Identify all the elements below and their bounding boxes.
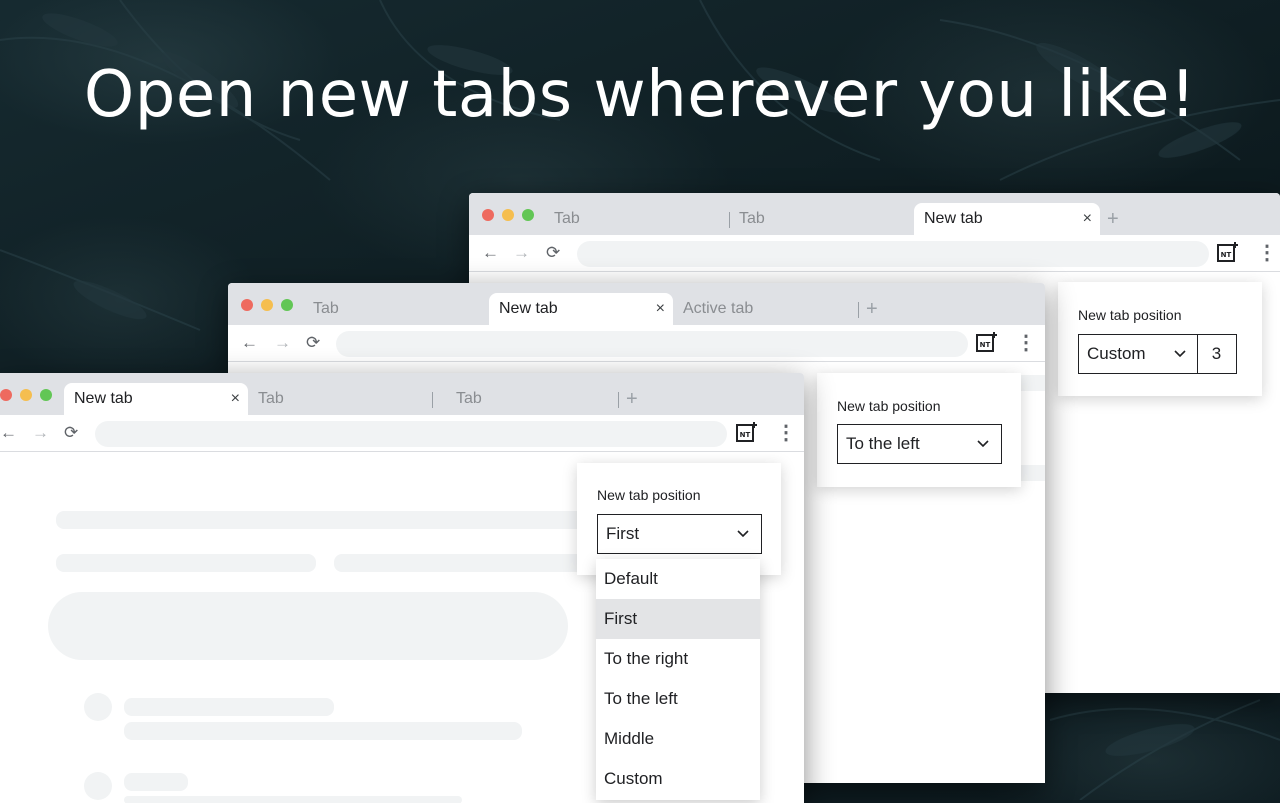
select-value: Custom (1087, 344, 1146, 363)
tab-1[interactable]: Tab (544, 203, 724, 235)
forward-arrow-icon[interactable]: → (513, 235, 530, 271)
tab-separator (618, 392, 619, 408)
option-first[interactable]: First (596, 599, 760, 639)
select-value: To the left (846, 434, 920, 453)
placeholder-bar (124, 722, 522, 740)
custom-position-input[interactable]: 3 (1197, 334, 1237, 374)
tab-new-tab-active[interactable]: New tab × (489, 293, 673, 325)
tab-separator (432, 392, 433, 408)
new-tab-extension-icon[interactable]: NT (976, 331, 998, 353)
chevron-down-icon (737, 530, 749, 538)
toolbar: ← → ⟳ NT ⋮ (0, 415, 804, 452)
svg-text:NT: NT (740, 431, 751, 439)
option-custom[interactable]: Custom (596, 759, 760, 799)
minimize-window-icon[interactable] (20, 389, 32, 401)
tab-2[interactable]: Tab (248, 383, 428, 415)
tab-1[interactable]: Tab (303, 293, 483, 325)
address-bar[interactable] (95, 421, 727, 447)
tab-new-tab-active[interactable]: New tab × (64, 383, 248, 415)
close-window-icon[interactable] (0, 389, 12, 401)
placeholder-bar (334, 554, 594, 572)
popup-back: New tab position Custom 3 (1058, 282, 1262, 396)
close-icon[interactable]: × (231, 383, 240, 415)
popup-middle: New tab position To the left (817, 373, 1021, 487)
placeholder-avatar (84, 693, 112, 721)
tab-separator (858, 302, 859, 318)
more-vert-icon[interactable]: ⋮ (1257, 235, 1277, 271)
maximize-window-icon[interactable] (522, 209, 534, 221)
select-value: First (606, 524, 640, 543)
placeholder-avatar (84, 772, 112, 800)
svg-text:NT: NT (1221, 251, 1232, 259)
maximize-window-icon[interactable] (40, 389, 52, 401)
reload-icon[interactable]: ⟳ (546, 235, 560, 271)
new-tab-plus-icon[interactable]: + (866, 293, 878, 325)
popup-label: New tab position (837, 398, 941, 414)
close-window-icon[interactable] (241, 299, 253, 311)
more-vert-icon[interactable]: ⋮ (776, 415, 796, 451)
tab-label: New tab (74, 390, 133, 407)
minimize-window-icon[interactable] (502, 209, 514, 221)
close-icon[interactable]: × (656, 293, 665, 325)
new-tab-plus-icon[interactable]: + (1107, 203, 1119, 235)
tab-label: New tab (499, 300, 558, 317)
placeholder-search-box (48, 592, 568, 660)
tab-2[interactable]: Tab (729, 203, 909, 235)
back-arrow-icon[interactable]: ← (0, 415, 17, 451)
toolbar: ← → ⟳ NT ⋮ (469, 235, 1280, 272)
option-default[interactable]: Default (596, 559, 760, 599)
tab-new-tab-active[interactable]: New tab × (914, 203, 1100, 235)
position-select[interactable]: First (597, 514, 762, 554)
close-icon[interactable]: × (1083, 203, 1092, 235)
more-vert-icon[interactable]: ⋮ (1016, 325, 1036, 361)
placeholder-bar (56, 511, 596, 529)
tab-3[interactable]: Tab (446, 383, 616, 415)
position-select[interactable]: To the left (837, 424, 1002, 464)
svg-text:NT: NT (980, 341, 991, 349)
new-tab-extension-icon[interactable]: NT (736, 421, 758, 443)
back-arrow-icon[interactable]: ← (241, 325, 258, 361)
chevron-down-icon (1174, 350, 1186, 358)
tab-bar: Tab Tab New tab × + (469, 193, 1280, 235)
option-middle[interactable]: Middle (596, 719, 760, 759)
address-bar[interactable] (577, 241, 1209, 267)
forward-arrow-icon[interactable]: → (32, 415, 49, 451)
option-to-the-left[interactable]: To the left (596, 679, 760, 719)
position-dropdown-list: Default First To the right To the left M… (596, 559, 760, 800)
tab-label: New tab (924, 210, 983, 227)
forward-arrow-icon[interactable]: → (274, 325, 291, 361)
close-window-icon[interactable] (482, 209, 494, 221)
minimize-window-icon[interactable] (261, 299, 273, 311)
new-tab-extension-icon[interactable]: NT (1217, 241, 1239, 263)
placeholder-bar (124, 698, 334, 716)
toolbar: ← → ⟳ NT ⋮ (228, 325, 1045, 362)
address-bar[interactable] (336, 331, 968, 357)
maximize-window-icon[interactable] (281, 299, 293, 311)
headline: Open new tabs wherever you like! (83, 58, 1197, 132)
placeholder-bar (124, 773, 188, 791)
popup-label: New tab position (597, 487, 701, 503)
option-to-the-right[interactable]: To the right (596, 639, 760, 679)
tab-bar: Tab New tab × Active tab + (228, 283, 1045, 325)
reload-icon[interactable]: ⟳ (306, 325, 320, 361)
back-arrow-icon[interactable]: ← (482, 235, 499, 271)
placeholder-bar (56, 554, 316, 572)
reload-icon[interactable]: ⟳ (64, 415, 78, 451)
chevron-down-icon (977, 440, 989, 448)
tab-bar: New tab × Tab Tab + (0, 373, 804, 415)
new-tab-plus-icon[interactable]: + (626, 383, 638, 415)
position-select[interactable]: Custom (1078, 334, 1198, 374)
tab-active-tab[interactable]: Active tab (673, 293, 853, 325)
popup-label: New tab position (1078, 307, 1182, 323)
